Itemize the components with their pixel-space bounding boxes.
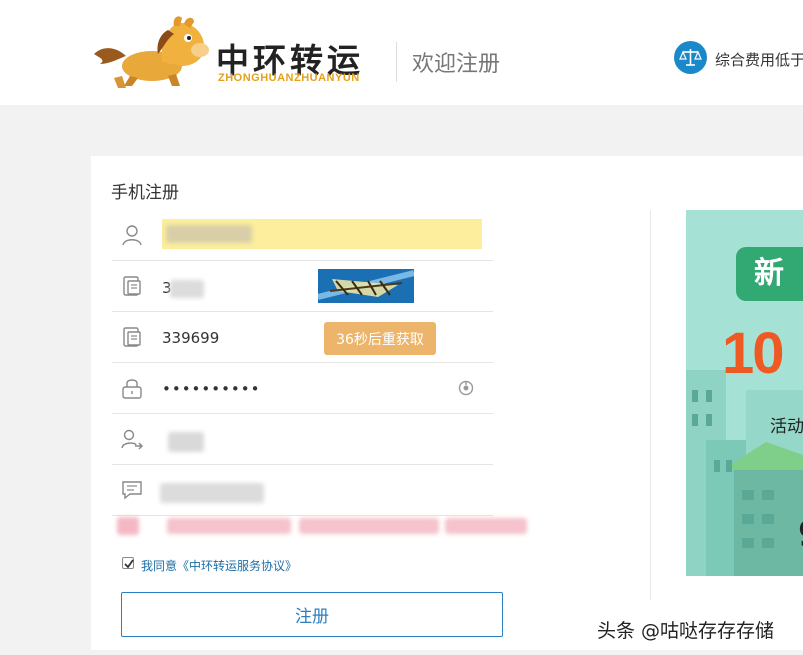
notice-blur-1 [117,517,139,535]
registration-card: 手机注册 3 339699 36秒后重获取 •••••••••• 我同意《中环转… [91,156,803,650]
password-input[interactable]: •••••••••• [162,380,260,398]
agreement-link[interactable]: 我同意《中环转运服务协议》 [141,557,297,574]
register-button[interactable]: 注册 [121,592,503,637]
promo-new-tag: 新 [736,247,803,301]
show-password-icon[interactable] [458,379,474,397]
captcha-redacted [170,280,204,298]
header-divider [396,42,397,82]
site-header: 中环转运 ZHONGHUANZHUANYUN 欢迎注册 综合费用低于 [0,0,803,105]
form-title: 手机注册 [111,183,179,203]
promo-number: 9 [798,514,803,555]
watermark-text: 头条 @咕哒存存存储 [597,620,775,642]
user-icon [122,225,142,246]
notice-redacted [111,514,531,538]
promo-headline: 10 [722,321,784,386]
username-redacted [166,225,252,243]
card-divider [650,210,651,600]
verify-code-icon [123,276,141,296]
captcha-image[interactable] [318,269,414,303]
promo-subtitle: 活动 [770,417,803,437]
promo-banner[interactable]: 新 10 活动 9 [686,210,803,576]
notice-blur-4 [445,518,527,534]
resend-code-button[interactable]: 36秒后重获取 [324,322,436,355]
referrer-input[interactable] [156,424,456,456]
sms-code-row: 339699 36秒后重获取 [112,312,493,363]
logo-english-text: ZHONGHUANZHUANYUN [218,72,360,84]
referrer-row [112,414,493,465]
captcha-row: 3 [112,261,493,312]
remark-row [112,465,493,516]
horse-mascot-icon [94,16,209,88]
notice-blur-2 [167,518,291,534]
page-title: 欢迎注册 [412,52,501,77]
password-row: •••••••••• [112,363,493,414]
sms-code-input[interactable]: 339699 [162,329,219,347]
site-logo[interactable]: 中环转运 ZHONGHUANZHUANYUN [90,14,380,90]
remark-input[interactable] [156,475,476,507]
lock-icon [122,379,142,399]
referrer-redacted [168,432,204,452]
message-icon [122,481,142,500]
referrer-icon [121,429,143,450]
notice-blur-3 [299,518,439,534]
fee-promo-text: 综合费用低于 [715,51,803,69]
agree-checkbox[interactable] [122,557,134,569]
username-row [112,210,493,261]
remark-redacted [160,483,264,503]
sms-code-icon [123,327,141,347]
scale-icon [674,41,707,74]
checkmark-icon [124,559,134,569]
username-input[interactable] [162,219,482,249]
